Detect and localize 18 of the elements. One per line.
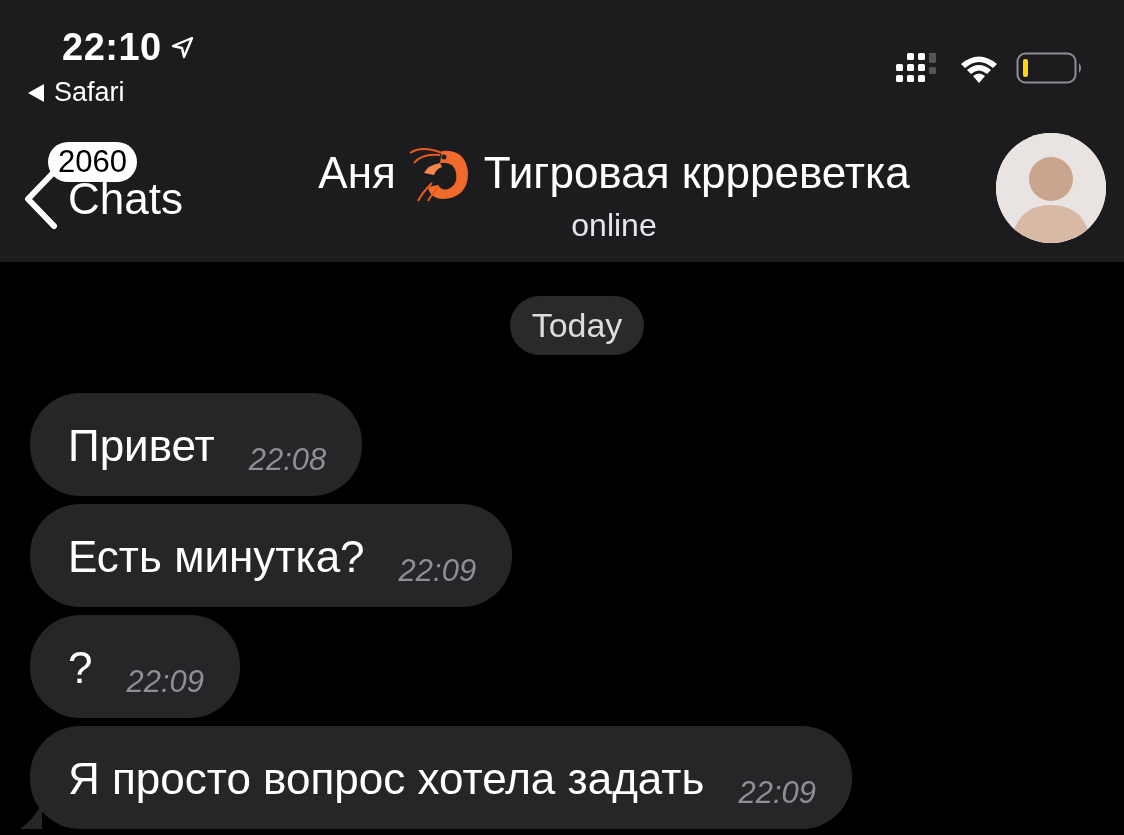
back-triangle-icon xyxy=(28,83,44,102)
clock-time: 22:10 xyxy=(62,26,162,69)
message-time: 22:08 xyxy=(248,442,327,478)
message-text: Есть минутка? xyxy=(68,531,365,583)
message-text: Я просто вопрос хотела задать xyxy=(68,753,705,805)
message-text: Привет xyxy=(68,420,215,472)
message-time: 22:09 xyxy=(398,553,477,589)
back-to-app-link[interactable]: Safari xyxy=(28,77,194,108)
contact-name: Аня xyxy=(318,147,396,198)
online-status: online xyxy=(571,206,657,244)
date-separator: Today xyxy=(509,296,645,355)
unread-count-badge: 2060 xyxy=(48,142,137,182)
location-arrow-icon xyxy=(169,35,194,60)
message-time: 22:09 xyxy=(126,664,205,700)
contact-nickname: Тигровая кррреветка xyxy=(483,147,910,198)
battery-icon xyxy=(1016,52,1084,84)
message-text: ? xyxy=(68,642,93,694)
message-time: 22:09 xyxy=(738,775,816,811)
